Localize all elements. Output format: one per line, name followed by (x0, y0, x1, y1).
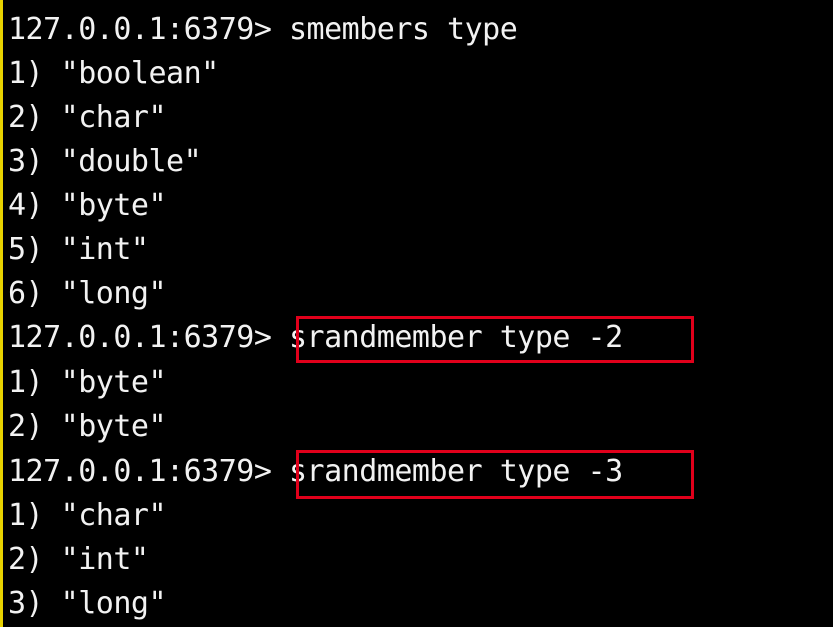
output-line: 3) "long" (8, 586, 167, 621)
terminal-window[interactable]: 127.0.0.1:6379> smembers type 1) "boolea… (0, 0, 833, 627)
prompt-text: 127.0.0.1:6379> (8, 320, 272, 355)
command-text: smembers type (289, 12, 518, 47)
output-line: 1) "char" (8, 498, 167, 533)
output-line: 3) "double" (8, 144, 202, 179)
cursor-bar (0, 0, 3, 627)
output-line: 2) "byte" (8, 409, 167, 444)
output-line: 4) "byte" (8, 188, 167, 223)
output-line: 6) "long" (8, 276, 167, 311)
output-line: 1) "byte" (8, 365, 167, 400)
prompt-text: 127.0.0.1:6379> (8, 12, 272, 47)
terminal-line-1: 127.0.0.1:6379> smembers type (8, 8, 518, 52)
output-line: 1) "boolean" (8, 56, 219, 91)
command-highlight-box (296, 450, 694, 499)
output-line: 2) "char" (8, 100, 167, 135)
command-highlight-box (296, 316, 694, 363)
output-line: 5) "int" (8, 232, 149, 267)
output-line: 2) "int" (8, 542, 149, 577)
prompt-text: 127.0.0.1:6379> (8, 454, 272, 489)
